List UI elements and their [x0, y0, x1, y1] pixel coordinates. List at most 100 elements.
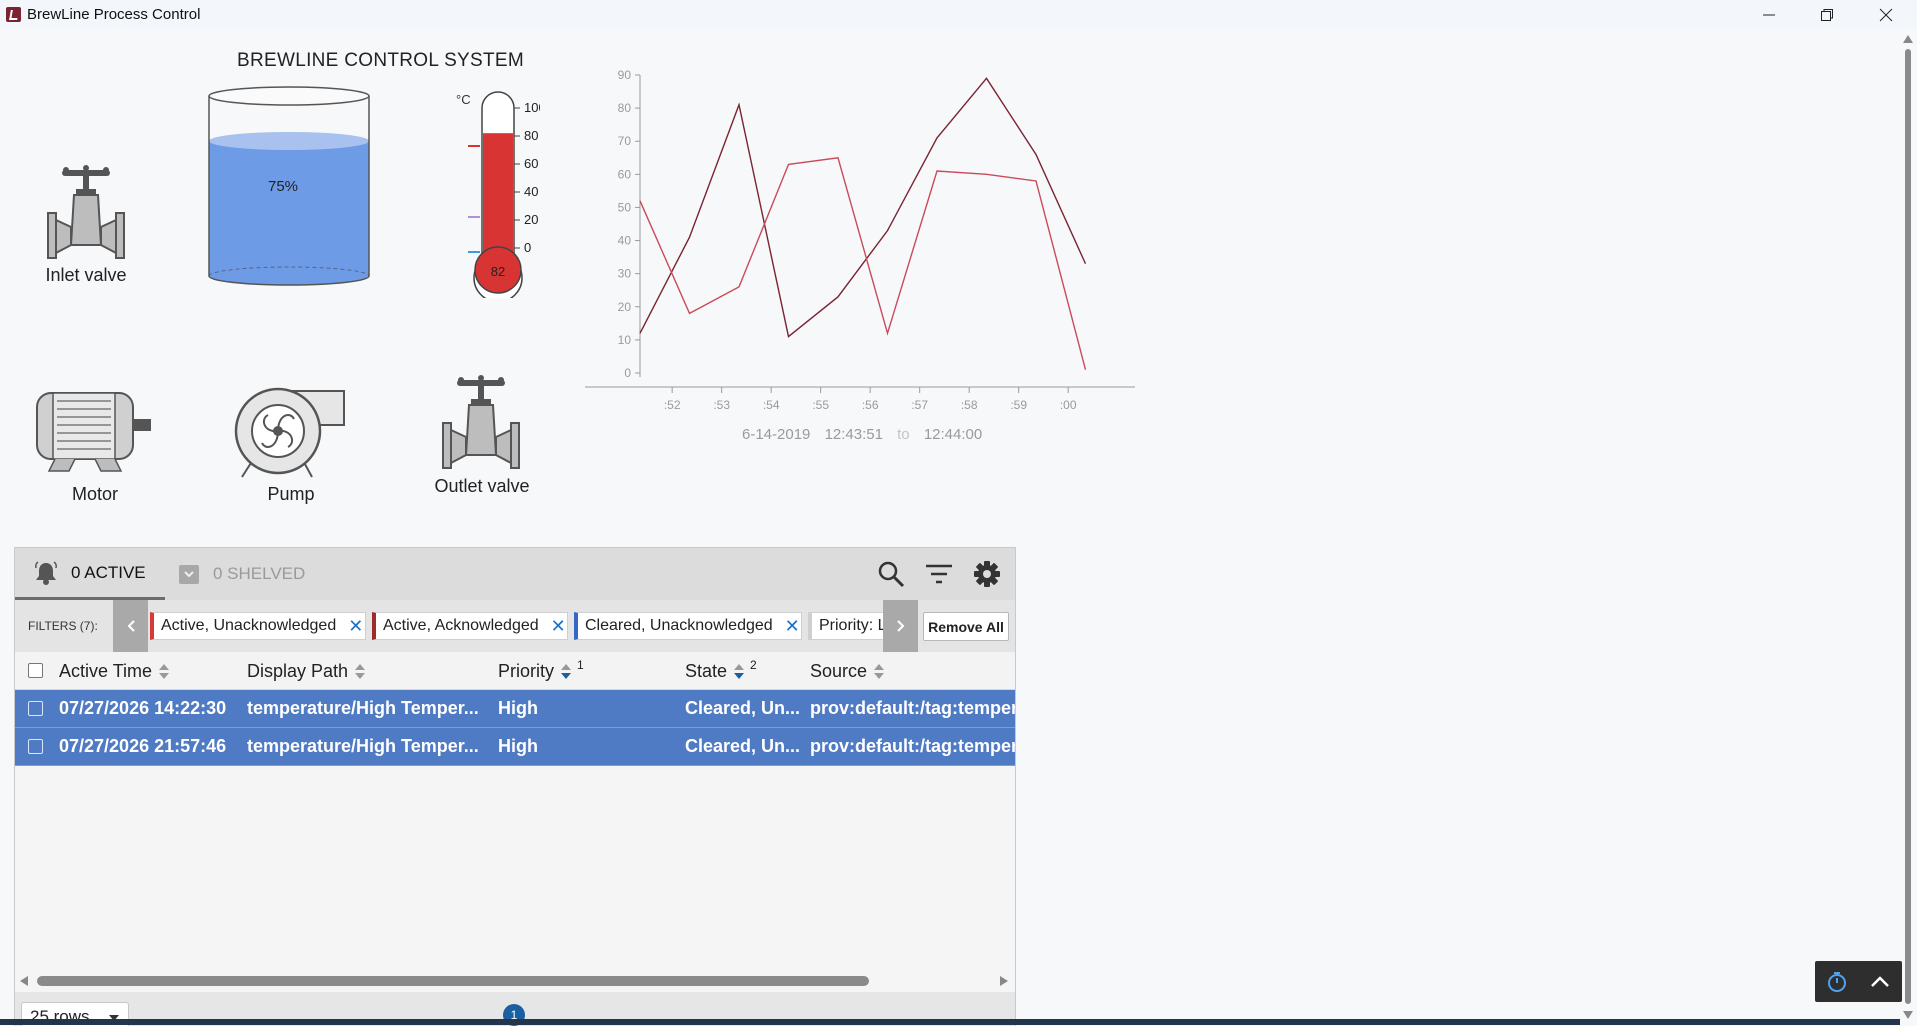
trend-chart: 0 10 20 30 40 50 60 70 80 90:52:53:54:55:56:57:58…	[585, 68, 1135, 412]
chevron-left-icon	[127, 620, 135, 632]
select-all-checkbox[interactable]	[28, 663, 43, 678]
sort-icon	[874, 663, 885, 681]
pump-label: Pump	[267, 484, 315, 504]
x-tick-label: :58	[961, 398, 978, 412]
cell-display-path: temperature/High Temper...	[247, 736, 479, 756]
sort-icon	[561, 663, 572, 681]
thermometer-value: 82	[491, 264, 505, 279]
cell-source: prov:default:/tag:temper	[810, 698, 1016, 718]
column-header-display-path[interactable]: Display Path	[247, 661, 366, 682]
column-header-active-time[interactable]: Active Time	[59, 661, 170, 682]
x-tick-label: :59	[1010, 398, 1027, 412]
title-bar: BrewLine Process Control	[0, 0, 1917, 29]
column-header-priority[interactable]: Priority 1	[498, 657, 584, 682]
tab-active-alarms[interactable]: 0 ACTIVE	[15, 548, 165, 600]
sort-icon	[355, 663, 366, 681]
filter-chip-label: Active, Acknowledged	[383, 617, 539, 634]
filters-label: FILTERS (7):	[28, 619, 98, 633]
close-icon	[1879, 8, 1893, 21]
row-checkbox[interactable]	[28, 739, 43, 754]
y-tick-label: 70	[618, 134, 632, 148]
filter-chip[interactable]: Cleared, Unacknowledged ✕	[574, 612, 802, 640]
horizontal-scroll-thumb[interactable]	[37, 976, 869, 986]
x-tick-label: :53	[713, 398, 730, 412]
table-row[interactable]: 07/27/2026 21:57:46 temperature/High Tem…	[15, 728, 1015, 766]
gear-icon[interactable]	[973, 560, 1001, 588]
thermometer[interactable]: °C 82 100 80 60 40 20 0	[450, 88, 540, 298]
outlet-valve-icon[interactable]	[441, 375, 521, 470]
vertical-scrollbar[interactable]	[1900, 29, 1917, 1025]
chart-range-separator: to	[897, 426, 910, 443]
column-header-state[interactable]: State 2	[685, 657, 757, 682]
y-tick-label: 0	[624, 366, 631, 380]
filter-icon[interactable]	[925, 560, 953, 588]
chart-date: 6-14-2019	[742, 426, 811, 443]
scroll-right-icon[interactable]	[1000, 976, 1008, 986]
restore-button[interactable]	[1798, 0, 1856, 29]
close-icon[interactable]: ✕	[551, 616, 566, 637]
sort-icon	[159, 663, 170, 681]
close-icon[interactable]: ✕	[348, 616, 363, 637]
y-tick-label: 50	[618, 200, 632, 214]
column-header-source[interactable]: Source	[810, 661, 885, 682]
chart-time-range: 6-14-2019 12:43:51 to 12:44:00	[742, 426, 992, 443]
chevron-up-icon[interactable]	[1869, 971, 1891, 993]
y-tick-label: 10	[618, 333, 632, 347]
filter-chip[interactable]: Priority: L	[808, 612, 895, 640]
horizontal-scrollbar[interactable]	[15, 972, 1015, 990]
close-icon[interactable]: ✕	[785, 616, 800, 637]
scroll-up-icon[interactable]	[1903, 35, 1913, 43]
cell-priority: High	[498, 736, 538, 756]
filter-chip-label: Priority: L	[819, 617, 887, 634]
alarm-header: 0 ACTIVE 0 SHELVED	[15, 548, 1015, 600]
shelved-count: 0 SHELVED	[213, 564, 306, 583]
x-tick-label: :56	[862, 398, 879, 412]
minimize-button[interactable]	[1740, 0, 1798, 29]
cell-active-time: 07/27/2026 14:22:30	[59, 698, 227, 718]
pump-icon[interactable]	[232, 385, 347, 480]
thermometer-scale-label: 100	[524, 100, 540, 115]
filter-bar: FILTERS (7): Active, Unacknowledged ✕ Act…	[15, 600, 1015, 652]
scroll-down-icon[interactable]	[1903, 1011, 1913, 1019]
y-tick-label: 40	[618, 234, 632, 248]
chart-end-time: 12:44:00	[923, 426, 983, 443]
cell-state: Cleared, Un...	[685, 698, 801, 718]
outlet-valve-label: Outlet valve	[434, 476, 530, 496]
thermometer-scale-label: 40	[524, 184, 538, 199]
x-tick-label: :54	[763, 398, 780, 412]
inlet-valve-icon[interactable]	[46, 165, 126, 260]
cell-active-time: 07/27/2026 21:57:46	[59, 736, 227, 756]
filter-scroll-right-button[interactable]	[883, 600, 918, 652]
app-icon	[6, 7, 21, 22]
x-tick-label: :57	[911, 398, 928, 412]
remove-all-button[interactable]: Remove All	[923, 612, 1009, 641]
motor-label: Motor	[71, 484, 118, 504]
y-tick-label: 60	[618, 167, 632, 181]
bottom-bar	[0, 1019, 1900, 1025]
motor-icon[interactable]	[35, 389, 155, 474]
filter-chip[interactable]: Active, Acknowledged ✕	[372, 612, 568, 640]
timer-icon[interactable]	[1826, 971, 1848, 993]
table-row[interactable]: 07/27/2026 14:22:30 temperature/High Tem…	[15, 690, 1015, 728]
filter-chip[interactable]: Active, Unacknowledged ✕	[150, 612, 366, 640]
y-tick-label: 30	[618, 267, 632, 281]
page-title: BREWLINE CONTROL SYSTEM	[237, 50, 525, 71]
row-checkbox[interactable]	[28, 701, 43, 716]
vertical-scroll-thumb[interactable]	[1905, 49, 1911, 1004]
tank-level-text: 75%	[268, 178, 299, 195]
sort-order: 1	[577, 657, 584, 672]
search-icon[interactable]	[877, 560, 905, 588]
shelved-icon	[179, 565, 199, 584]
filter-chip-label: Active, Unacknowledged	[161, 617, 337, 634]
x-tick-label: :00	[1060, 398, 1077, 412]
y-tick-label: 90	[618, 68, 632, 82]
tab-shelved-alarms[interactable]: 0 SHELVED	[177, 548, 305, 600]
chevron-right-icon	[896, 620, 904, 632]
scroll-left-icon[interactable]	[20, 976, 28, 986]
minimize-icon	[1763, 14, 1775, 15]
sort-order: 2	[750, 657, 757, 672]
close-button[interactable]	[1857, 0, 1915, 29]
filter-scroll-left-button[interactable]	[113, 600, 148, 652]
chart-start-time: 12:43:51	[824, 426, 883, 443]
cell-source: prov:default:/tag:temper	[810, 736, 1016, 756]
